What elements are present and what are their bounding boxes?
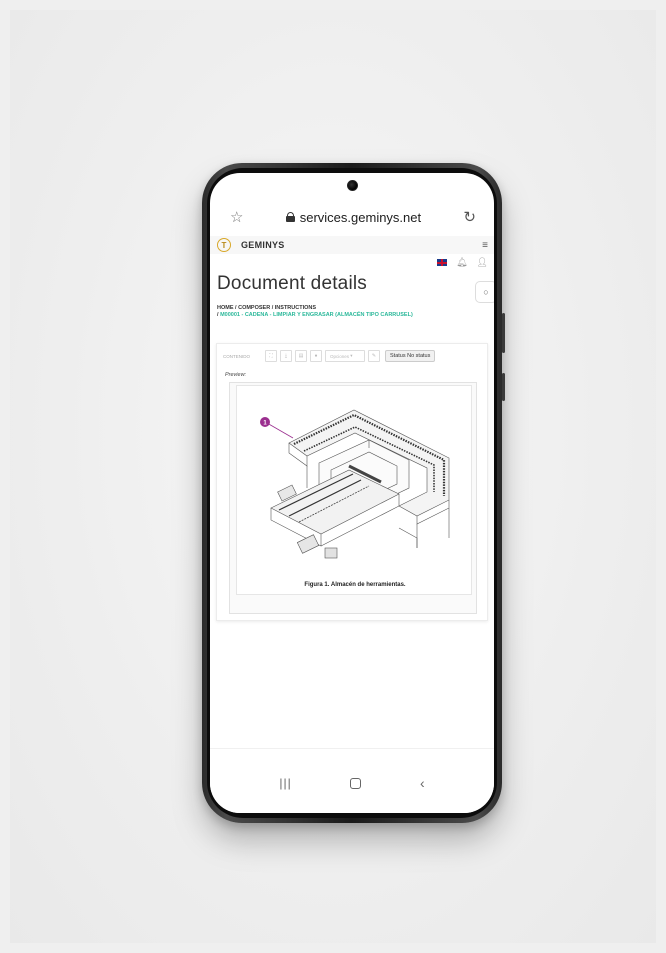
front-camera — [347, 180, 358, 191]
android-navigation-bar: ||| ‹ — [210, 761, 494, 805]
flag-uk-icon[interactable] — [437, 259, 448, 266]
print-button[interactable]: ▤ — [295, 350, 307, 362]
volume-button — [502, 313, 505, 353]
edit-button[interactable]: ✎ — [368, 350, 380, 362]
pencil-icon: ✎ — [371, 353, 377, 359]
download-icon: ⤓ — [284, 353, 288, 359]
site-header: T GEMINYS ≡ — [210, 236, 494, 254]
page-title: Document details — [217, 273, 367, 294]
record-button[interactable]: ● — [310, 350, 322, 362]
content-label: CONTENIDO — [223, 353, 250, 359]
expand-icon: ⛶ — [269, 353, 273, 359]
breadcrumb-home[interactable]: HOME — [217, 305, 234, 311]
power-button — [502, 373, 505, 401]
download-button[interactable]: ⤓ — [280, 350, 292, 362]
reload-icon[interactable]: ↻ — [463, 208, 476, 226]
geminys-logo-icon: T — [217, 238, 231, 252]
user-icon[interactable]: 👤︎ — [477, 257, 488, 268]
lock-icon — [285, 212, 295, 222]
preview-frame: 1 Figura 1. Almacén de herramientas. — [229, 382, 477, 614]
document-card: CONTENIDO ⛶ ⤓ ▤ ● Opciones ▾ ✎ Status No… — [216, 343, 488, 621]
figure-caption: Figura 1. Almacén de herramientas. — [304, 582, 406, 588]
expand-button[interactable]: ⛶ — [265, 350, 277, 362]
home-icon[interactable] — [350, 777, 362, 789]
options-select[interactable]: Opciones ▾ — [325, 350, 365, 362]
circle-icon: ○ — [483, 287, 489, 297]
preview-label: Preview: — [225, 372, 247, 378]
print-icon: ▤ — [298, 353, 304, 359]
dot-icon: ● — [314, 353, 318, 359]
browser-url-bar: ☆ services.geminys.net ↻ — [210, 203, 494, 231]
url-text: services.geminys.net — [299, 209, 422, 225]
tool-magazine-drawing: 1 — [260, 409, 450, 559]
back-icon[interactable]: ‹ — [420, 775, 425, 791]
preview-page: 1 Figura 1. Almacén de herramientas. — [236, 385, 472, 595]
side-panel-toggle[interactable]: ○ — [475, 281, 494, 303]
document-toolbar: CONTENIDO ⛶ ⤓ ▤ ● Opciones ▾ ✎ Status No… — [223, 350, 436, 362]
bell-icon[interactable]: 🔔︎ — [456, 257, 467, 268]
breadcrumb-instructions[interactable]: INSTRUCTIONS — [275, 305, 316, 311]
status-button[interactable]: Status No status — [385, 350, 436, 362]
breadcrumb-current[interactable]: M00001 - CADENA - LIMPIAR Y ENGRASAR (AL… — [220, 312, 413, 318]
brand-name: GEMINYS — [241, 240, 285, 250]
star-icon[interactable]: ☆ — [230, 208, 243, 226]
menu-icon[interactable]: ≡ — [482, 240, 488, 251]
recent-apps-icon[interactable]: ||| — [279, 776, 291, 790]
breadcrumb: HOME / COMPOSER / INSTRUCTIONS / M00001 … — [217, 305, 413, 319]
breadcrumb-composer[interactable]: COMPOSER — [238, 305, 270, 311]
phone-screen: ☆ services.geminys.net ↻ T GEMINYS ≡ 🔔︎ … — [210, 173, 494, 813]
phone-device: ☆ services.geminys.net ↻ T GEMINYS ≡ 🔔︎ … — [202, 163, 505, 823]
site-logo[interactable]: T GEMINYS — [217, 238, 285, 252]
options-label: Opciones — [330, 353, 350, 359]
url-field[interactable]: services.geminys.net — [285, 209, 422, 225]
header-actions: 🔔︎ 👤︎ — [210, 255, 494, 270]
